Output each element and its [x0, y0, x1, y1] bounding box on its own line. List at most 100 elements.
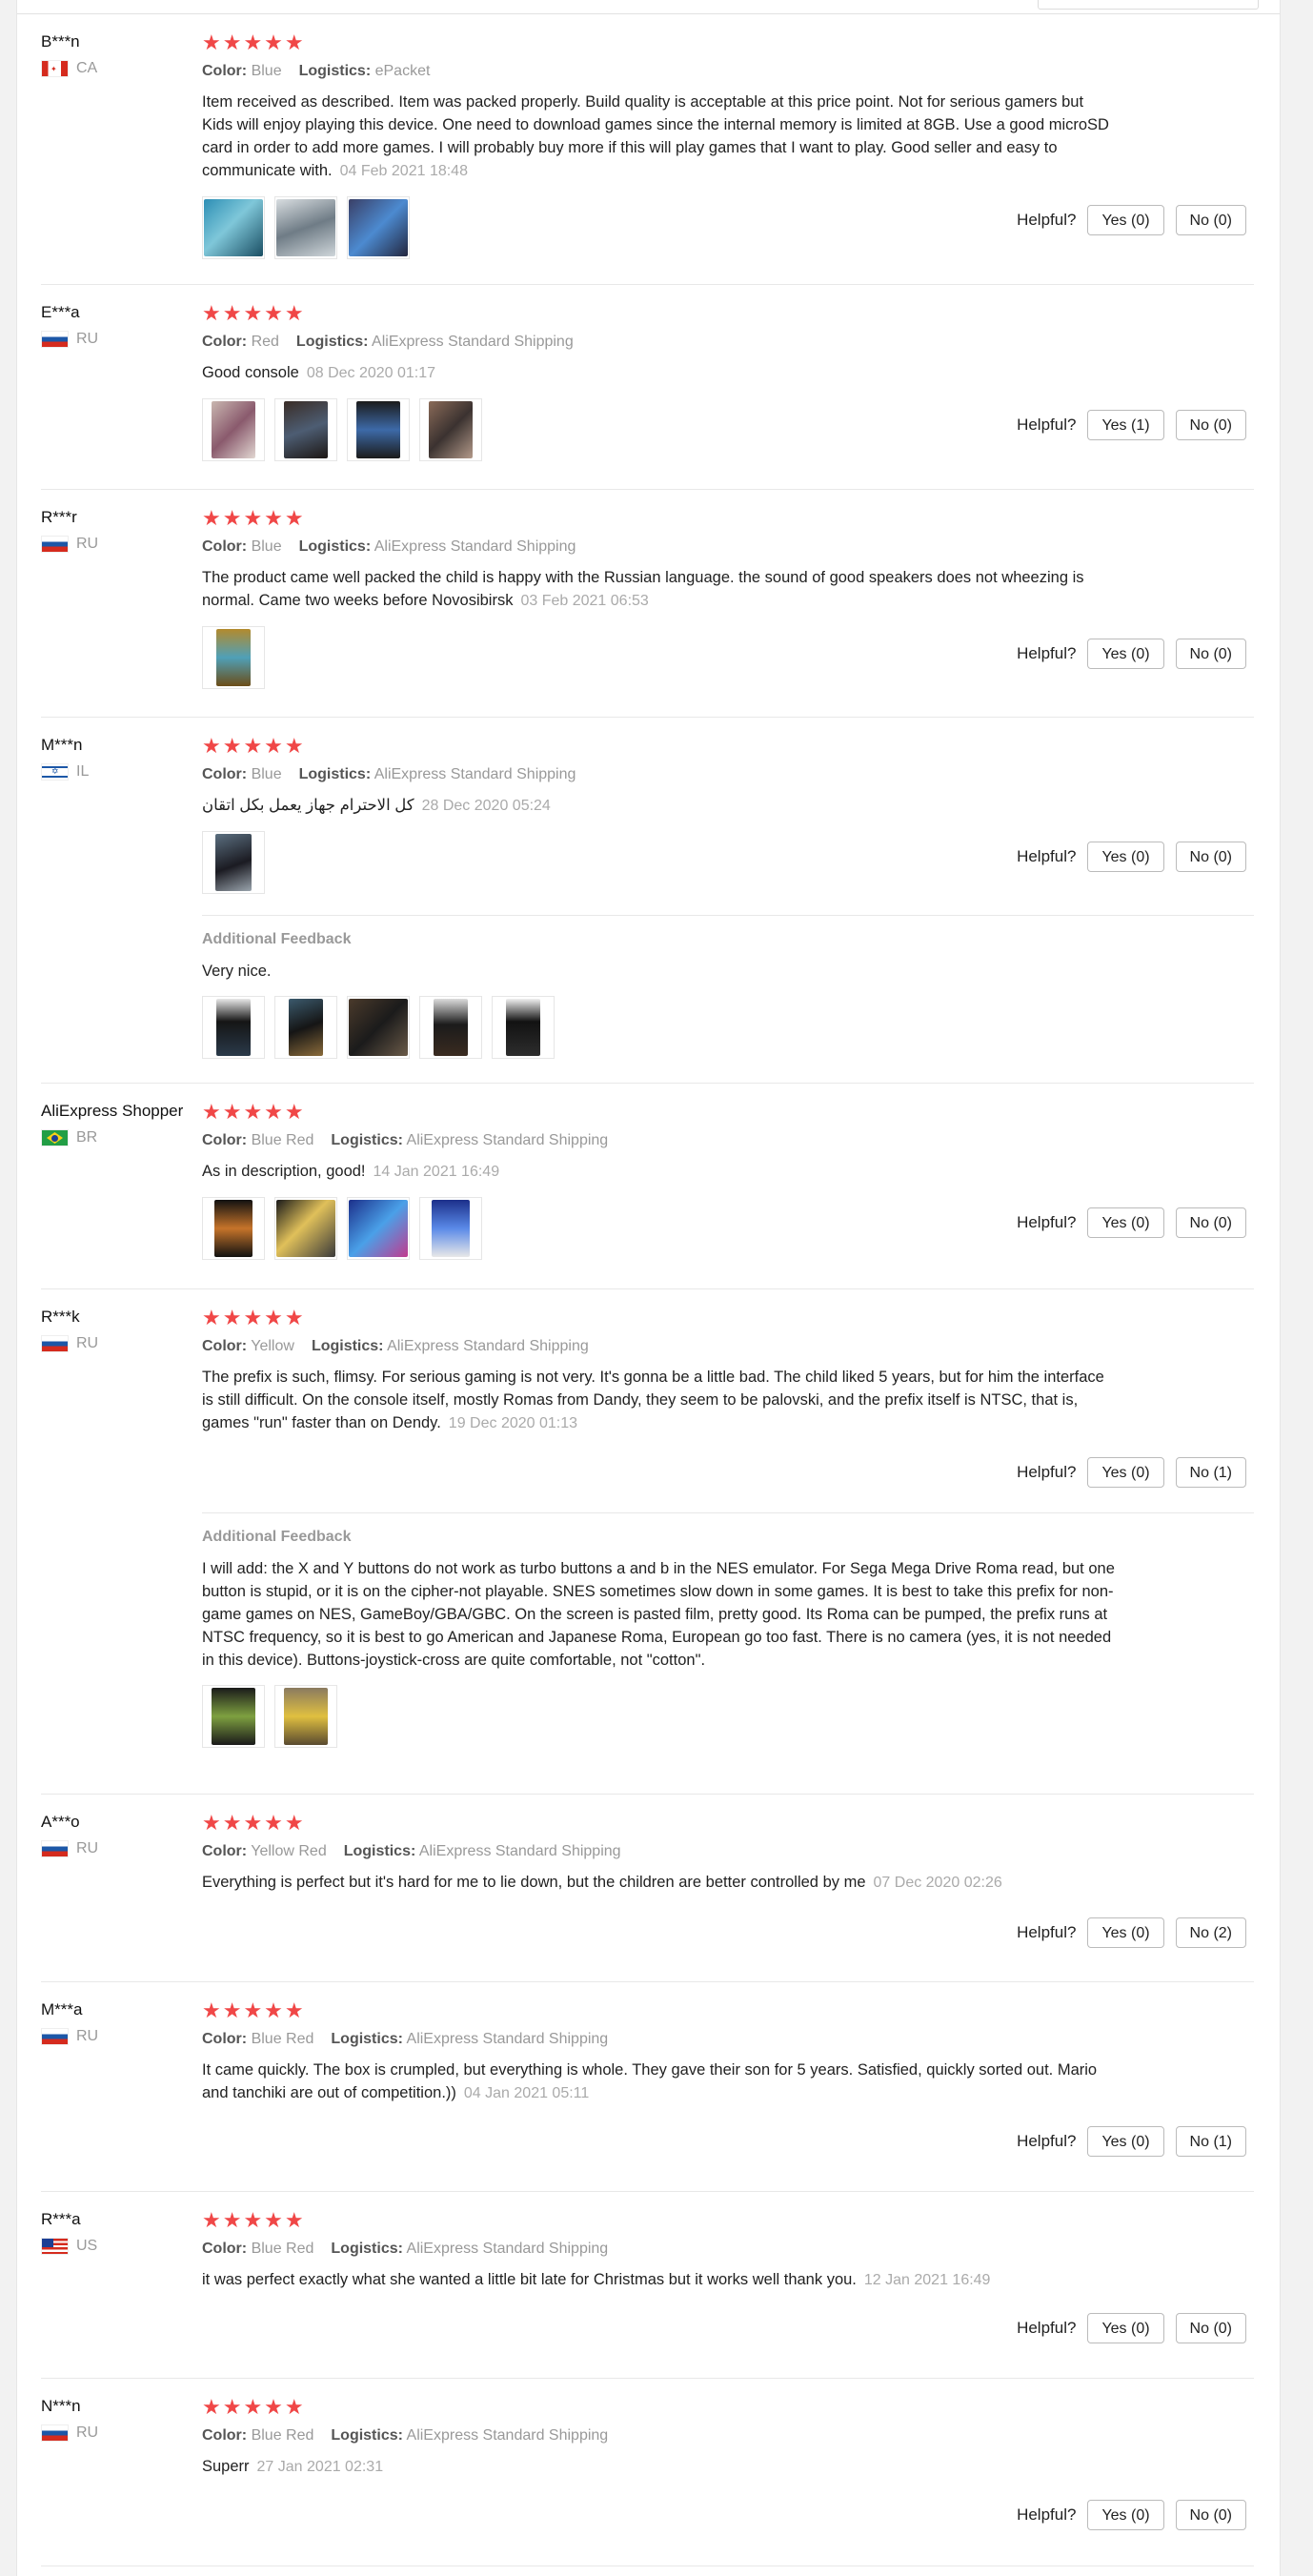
review-photo[interactable] — [419, 1197, 482, 1260]
reviewer-country: RU — [76, 536, 99, 552]
review-photo[interactable] — [492, 996, 555, 1059]
color-value: Blue Red — [251, 1132, 314, 1148]
flag-ca-icon: ✦ — [41, 60, 69, 77]
helpful-no-button[interactable]: No (1) — [1175, 1457, 1246, 1488]
helpful-yes-button[interactable]: Yes (0) — [1087, 2313, 1164, 2343]
review-text: The product came well packed the child i… — [202, 569, 1084, 609]
reviewer-country: US — [76, 2238, 98, 2254]
helpful-no-button[interactable]: No (1) — [1175, 2126, 1246, 2157]
review-photo[interactable] — [419, 996, 482, 1059]
logistics-value: AliExpress Standard Shipping — [406, 2427, 609, 2444]
reviewer-name: M***n — [41, 736, 83, 754]
flag-ru-icon — [41, 2028, 69, 2045]
helpful-yes-button[interactable]: Yes (0) — [1087, 2126, 1164, 2157]
reviews-toolbar — [17, 0, 1280, 14]
helpful-yes-button[interactable]: Yes (0) — [1087, 842, 1164, 872]
helpful-vote: Helpful? Yes (0) No (0) — [1017, 1207, 1246, 1238]
review-photo[interactable] — [274, 398, 337, 461]
review-text: It came quickly. The box is crumpled, bu… — [202, 2061, 1098, 2101]
review-date: 12 Jan 2021 16:49 — [863, 2272, 991, 2288]
review-date: 08 Dec 2020 01:17 — [306, 365, 436, 381]
helpful-no-button[interactable]: No (0) — [1175, 1207, 1246, 1238]
review-item: R***k RU ★★★★★ Color: Yellow Logistics: A… — [41, 1289, 1254, 1795]
logistics-value: AliExpress Standard Shipping — [406, 1132, 609, 1148]
review-item: A***o RU ★★★★★ Color: Yellow Red Logistic… — [41, 1795, 1254, 1982]
helpful-yes-button[interactable]: Yes (0) — [1087, 639, 1164, 669]
review-date: 03 Feb 2021 06:53 — [520, 593, 649, 609]
helpful-no-button[interactable]: No (0) — [1175, 205, 1246, 235]
review-text: كل الاحترام جهاز يعمل بكل اتقان 28 Dec 20… — [202, 797, 551, 814]
reviewer-country: RU — [76, 331, 99, 347]
reviewer-info: B***n ✦ CA — [41, 31, 203, 77]
helpful-no-button[interactable]: No (0) — [1175, 2500, 1246, 2530]
review-photo[interactable] — [202, 831, 265, 894]
helpful-vote: Helpful? Yes (0) No (1) — [1017, 1457, 1246, 1488]
logistics-value: AliExpress Standard Shipping — [406, 2031, 609, 2047]
review-item: B***n ✦ CA ★★★★★ Color: Blue Logistics: e… — [41, 14, 1254, 285]
color-value: Blue Red — [251, 2241, 314, 2257]
review-date: 14 Jan 2021 16:49 — [373, 1164, 500, 1180]
helpful-yes-button[interactable]: Yes (0) — [1087, 1207, 1164, 1238]
review-item: M***a RU ★★★★★ Color: Blue Red Logistics:… — [41, 1982, 1254, 2192]
helpful-vote: Helpful? Yes (0) No (0) — [1017, 2313, 1246, 2343]
review-photo[interactable] — [202, 1685, 265, 1748]
logistics-value: AliExpress Standard Shipping — [374, 538, 576, 555]
reviewer-name: AliExpress Shopper — [41, 1102, 184, 1120]
helpful-no-button[interactable]: No (2) — [1175, 1917, 1246, 1948]
review-photo[interactable] — [347, 398, 410, 461]
review-item: M***n ✡ IL ★★★★★ Color: Blue Logistics: A… — [41, 718, 1254, 1084]
flag-us-icon — [41, 2238, 69, 2255]
review-photo[interactable] — [274, 196, 337, 259]
helpful-no-button[interactable]: No (0) — [1175, 842, 1246, 872]
additional-photos — [202, 1685, 1254, 1748]
color-value: Yellow — [251, 1338, 294, 1354]
rating-stars: ★★★★★ — [202, 2395, 306, 2419]
review-photo[interactable] — [202, 996, 265, 1059]
review-text: it was perfect exactly what she wanted a… — [202, 2271, 991, 2288]
helpful-no-button[interactable]: No (0) — [1175, 410, 1246, 440]
helpful-yes-button[interactable]: Yes (0) — [1087, 1457, 1164, 1488]
helpful-vote: Helpful? Yes (1) No (0) — [1017, 410, 1246, 440]
reviewer-name: N***n — [41, 2397, 81, 2415]
review-item: AliExpress Shopper BR ★★★★★ Color: Blue … — [41, 1084, 1254, 1289]
helpful-no-button[interactable]: No (0) — [1175, 2313, 1246, 2343]
review-photo[interactable] — [347, 1197, 410, 1260]
rating-stars: ★★★★★ — [202, 30, 306, 54]
review-photo[interactable] — [202, 196, 265, 259]
reviews-panel: B***n ✦ CA ★★★★★ Color: Blue Logistics: e… — [16, 0, 1281, 2576]
helpful-yes-button[interactable]: Yes (0) — [1087, 1917, 1164, 1948]
helpful-vote: Helpful? Yes (0) No (1) — [1017, 2126, 1246, 2157]
review-item: N***n RU ★★★★★ Color: Blue Red Logistics:… — [41, 2379, 1254, 2566]
rating-stars: ★★★★★ — [202, 1100, 306, 1124]
color-value: Red — [251, 334, 279, 350]
review-photo[interactable] — [274, 996, 337, 1059]
helpful-yes-button[interactable]: Yes (1) — [1087, 410, 1164, 440]
review-photo[interactable] — [202, 1197, 265, 1260]
helpful-yes-button[interactable]: Yes (0) — [1087, 205, 1164, 235]
helpful-no-button[interactable]: No (0) — [1175, 639, 1246, 669]
reviewer-country: RU — [76, 2028, 99, 2044]
helpful-vote: Helpful? Yes (0) No (0) — [1017, 2500, 1246, 2530]
review-meta: Color: Blue Logistics: ePacket — [202, 63, 431, 79]
review-item: E***a RU ★★★★★ Color: Red Logistics: AliE… — [41, 285, 1254, 490]
review-photo[interactable] — [347, 196, 410, 259]
review-photo[interactable] — [419, 398, 482, 461]
flag-br-icon — [41, 1129, 69, 1146]
logistics-value: ePacket — [374, 63, 431, 79]
reviewer-name: B***n — [41, 32, 80, 51]
color-value: Blue — [251, 766, 282, 782]
flag-il-icon: ✡ — [41, 763, 69, 781]
review-text: Superr 27 Jan 2021 02:31 — [202, 2458, 384, 2475]
sort-dropdown[interactable] — [1038, 0, 1259, 10]
review-photo[interactable] — [202, 398, 265, 461]
helpful-yes-button[interactable]: Yes (0) — [1087, 2500, 1164, 2530]
rating-stars: ★★★★★ — [202, 1811, 306, 1835]
review-photo[interactable] — [202, 626, 265, 689]
additional-feedback-text: I will add: the X and Y buttons do not w… — [202, 1560, 1115, 1669]
review-date: 04 Feb 2021 18:48 — [339, 163, 468, 179]
review-photo[interactable] — [274, 1685, 337, 1748]
review-photo[interactable] — [274, 1197, 337, 1260]
review-photo[interactable] — [347, 996, 410, 1059]
review-item: R***r RU ★★★★★ Color: Blue Logistics: Ali… — [41, 490, 1254, 718]
review-item: R***a US ★★★★★ Color: Blue Red Logistics:… — [41, 2192, 1254, 2379]
